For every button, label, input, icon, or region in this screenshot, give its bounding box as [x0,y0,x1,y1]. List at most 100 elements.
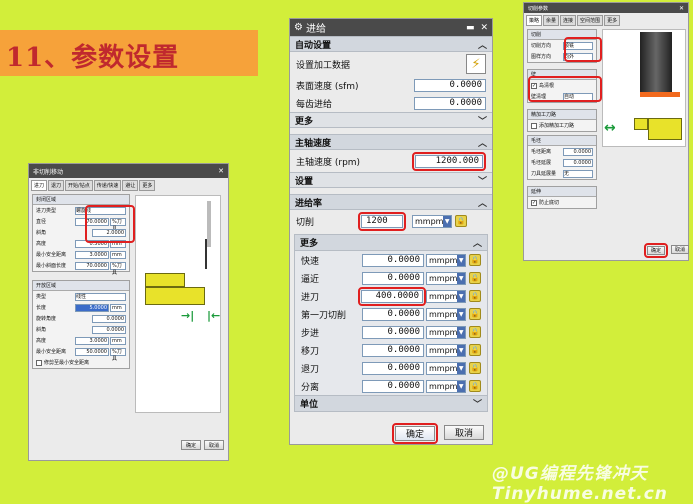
close-icon[interactable]: ✕ [480,23,488,33]
prevent-undercut-checkbox[interactable]: ✓ [531,199,537,206]
lightning-icon[interactable]: ⚡ [466,54,486,74]
tab-engage[interactable]: 进刀 [31,180,48,191]
min-safe-distance-unit[interactable]: mm [110,250,126,259]
min-safe-distance-input[interactable]: 3.0000 [75,250,109,259]
length-row: 长度 5.0000 mm [33,302,129,313]
tab-connections[interactable]: 连接 [560,15,577,26]
feed-row-input[interactable]: 0.0000 [362,271,424,285]
more-feeds-header[interactable]: 更多 ︿ [295,235,487,251]
min-safe-distance-input[interactable]: 50.0000 [75,347,109,356]
surface-speed-input[interactable]: 0.0000 [414,78,486,92]
min-safe-distance-unit[interactable]: %刀具 [110,347,126,362]
dialog-buttons: 确定 取消 [644,243,689,258]
tab-more[interactable]: 更多 [604,15,621,26]
part-block-bottom [145,287,205,305]
feed-row-label: 分离 [301,382,320,393]
feed-unit-select[interactable]: mmpm ▼ [426,343,466,357]
feed-per-tooth-input[interactable]: 0.0000 [414,96,486,110]
feed-unit-select[interactable]: mmpm ▼ [426,325,466,339]
feed-unit-select[interactable]: mmpm ▼ [426,379,466,393]
length-unit[interactable]: mm [110,303,126,312]
spindle-speed-header[interactable]: 主轴速度 ︿ [290,134,492,150]
tab-retract[interactable]: 退刀 [48,180,65,191]
ramp-angle-input[interactable]: 0.0000 [92,325,126,334]
blank-distance-input[interactable]: 0.0000 [563,147,593,156]
type-select[interactable]: 线性 [75,292,126,301]
blank-extend-input[interactable]: 0.0000 [563,158,593,167]
feeds-dialog: ⚙ 进给 ▬ ✕ 自动设置 ︿ 设置加工数据 ⚡ 表面速度 (sfm) 0.0000… [289,18,493,445]
feed-row-input[interactable]: 0.0000 [362,379,424,393]
feed-unit-select[interactable]: mmpm ▼ [426,307,466,321]
ok-button[interactable]: 确定 [395,426,435,441]
feed-row-label: 第一刀切削 [301,310,347,321]
feed-unit-select[interactable]: mmpm ▼ [426,289,466,303]
feed-row-input[interactable]: 0.0000 [362,361,424,375]
ok-button[interactable]: 确定 [181,440,201,450]
unit-section-header[interactable]: 单位 ﹀ [295,395,487,411]
rotation-input[interactable]: 0.0000 [92,314,126,323]
group-header: 精加工刀路 [528,110,596,120]
tool-extend-select[interactable]: 无 [563,169,593,178]
dialog-titlebar: 非切削移动 ✕ [29,164,228,178]
chevron-down-icon: ▼ [457,344,465,356]
tab-avoid[interactable]: 避让 [122,180,139,191]
spindle-settings-toggle[interactable]: 设置 ﹀ [290,172,492,188]
finish-pass-checkbox[interactable] [531,122,537,129]
lock-icon[interactable]: 🔒 [455,215,467,227]
feed-row-input[interactable]: 400.0000 [361,289,423,303]
tab-more[interactable]: 更多 [139,180,156,191]
height-unit[interactable]: mm [110,336,126,345]
height-input[interactable]: 3.0000 [75,336,109,345]
tab-stock[interactable]: 余量 [543,15,560,26]
minimize-icon[interactable]: ▬ [466,23,475,33]
feed-row-input[interactable]: 0.0000 [362,307,424,321]
cut-feed-input[interactable]: 1200 [361,214,403,228]
lock-icon[interactable]: 🔒 [469,326,481,338]
auto-settings-header[interactable]: 自动设置 ︿ [290,36,492,52]
ok-button[interactable]: 确定 [647,246,665,255]
lock-icon[interactable]: 🔒 [469,272,481,284]
feed-unit-select[interactable]: mmpm ▼ [426,253,466,267]
rotation-row: 旋转角度 0.0000 [36,314,126,323]
feed-row-label: 快速 [301,256,320,267]
chevron-down-icon: ▼ [443,215,451,227]
lock-icon[interactable]: 🔒 [469,380,481,392]
lock-icon[interactable]: 🔒 [469,254,481,266]
scrollbar[interactable] [207,201,211,247]
trim-checkbox[interactable] [36,359,42,366]
spindle-speed-input[interactable]: 1200.000 [415,154,483,168]
min-ramp-length-unit[interactable]: %刀具 [110,261,126,276]
tool-line [205,239,207,269]
more-toggle[interactable]: 更多 ﹀ [290,112,492,128]
feed-row-input[interactable]: 0.0000 [362,253,424,267]
close-icon[interactable]: ✕ [218,167,224,175]
lock-icon[interactable]: 🔒 [469,290,481,302]
lock-icon[interactable]: 🔒 [469,362,481,374]
wall-group: 壁 ✓ 岛清根 壁清理 自动 [527,69,602,103]
highlight-box [564,37,602,62]
feed-row-input[interactable]: 0.0000 [362,343,424,357]
tab-start-drill[interactable]: 开始/钻点 [65,180,93,191]
highlight-box [85,205,135,243]
feed-row-input[interactable]: 0.0000 [362,325,424,339]
tab-bar: 策略 余量 连接 空间范围 更多 [524,13,688,26]
cancel-button[interactable]: 取消 [204,440,224,450]
tab-containment[interactable]: 空间范围 [577,15,604,26]
feed-unit-select[interactable]: mmpm ▼ [426,271,466,285]
feedrate-header[interactable]: 进给率 ︿ [290,194,492,210]
close-icon[interactable]: ✕ [679,5,684,12]
finish-pass-row: 添加精加工刀路 [528,120,596,131]
min-ramp-length-input[interactable]: 70.0000 [75,261,109,270]
spindle-speed-highlight: 1200.000 [412,151,486,171]
cut-feed-unit-select[interactable]: mmpm ▼ [412,214,452,228]
cancel-button[interactable]: 取消 [671,245,689,254]
tab-strategy[interactable]: 策略 [526,15,543,26]
lock-icon[interactable]: 🔒 [469,308,481,320]
min-safe-distance-row: 最小安全距离 50.0000 %刀具 [33,346,129,362]
feed-unit-select[interactable]: mmpm ▼ [426,361,466,375]
lock-icon[interactable]: 🔒 [469,344,481,356]
tab-transfer[interactable]: 传递/快速 [93,180,122,191]
cancel-button[interactable]: 取消 [444,425,484,440]
length-input[interactable]: 5.0000 [75,303,109,312]
feed-row-label: 退刀 [301,364,320,375]
